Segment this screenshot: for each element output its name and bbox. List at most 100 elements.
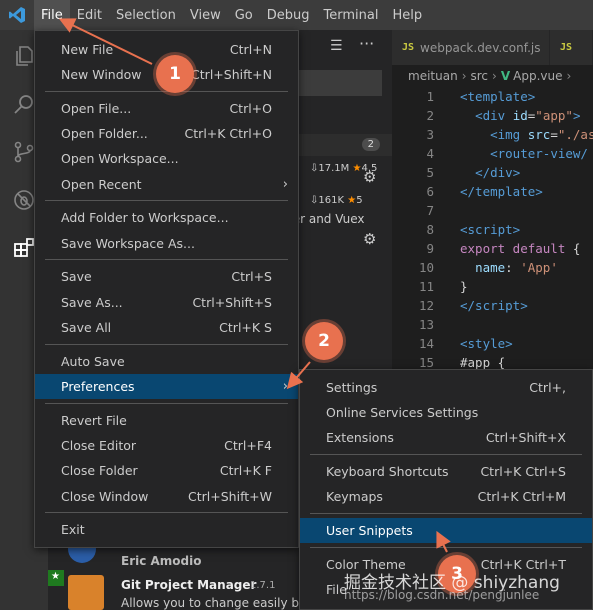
menu-item-auto-save[interactable]: Auto Save xyxy=(35,349,298,374)
code-line: 8 <script> xyxy=(392,220,520,239)
recommended-star-badge: ★ xyxy=(48,570,64,586)
line-number: 9 xyxy=(426,241,434,256)
editor-tabs: JS webpack.dev.conf.js JS xyxy=(392,30,593,65)
tab-js[interactable]: JS xyxy=(550,30,593,65)
menu-item-open-file[interactable]: Open File... Ctrl+O xyxy=(35,96,298,121)
code-line: 6 </template> xyxy=(392,182,542,201)
line-number: 4 xyxy=(426,146,434,161)
menu-item-keyboard-shortcuts[interactable]: Keyboard Shortcuts Ctrl+K Ctrl+S xyxy=(300,459,592,484)
line-number: 6 xyxy=(426,184,434,199)
chevron-right-icon: › xyxy=(492,69,497,83)
breadcrumb-item[interactable]: src xyxy=(471,69,489,83)
step-marker-1: 1 xyxy=(156,55,194,93)
ext1-downloads: 17.1M xyxy=(318,163,350,174)
section-count-badge: 2 xyxy=(361,138,380,151)
menu-item-online-services-settings[interactable]: Online Services Settings xyxy=(300,400,592,425)
menu-item-revert-file[interactable]: Revert File xyxy=(35,408,298,433)
menu-separator xyxy=(45,200,288,201)
menu-separator xyxy=(310,547,582,548)
menu-edit[interactable]: Edit xyxy=(70,0,109,30)
ext-publisher: Eric Amodio xyxy=(121,554,202,568)
git-project-manager-icon xyxy=(68,575,104,610)
menu-item-open-folder[interactable]: Open Folder... Ctrl+K Ctrl+O xyxy=(35,121,298,146)
line-number: 11 xyxy=(418,279,434,294)
menu-item-exit[interactable]: Exit xyxy=(35,517,298,542)
js-file-icon: JS xyxy=(402,42,415,53)
code-line: 12 </script> xyxy=(392,296,528,315)
menu-item-close-folder[interactable]: Close Folder Ctrl+K F xyxy=(35,458,298,483)
code-line: 5 </div> xyxy=(392,163,520,182)
menu-terminal[interactable]: Terminal xyxy=(317,0,386,30)
shortcut: Ctrl+F4 xyxy=(224,438,272,453)
vue-file-icon: V xyxy=(500,69,511,83)
js-file-icon: JS xyxy=(560,42,573,53)
code-line: 14 <style> xyxy=(392,334,513,353)
shortcut: Ctrl+, xyxy=(529,380,566,395)
code-line: 2 <div id="app"> xyxy=(392,106,580,125)
code-line: 1 <template> xyxy=(392,87,535,106)
menu-item-close-window[interactable]: Close Window Ctrl+Shift+W xyxy=(35,484,298,509)
shortcut: Ctrl+K Ctrl+S xyxy=(480,464,566,479)
menu-separator xyxy=(310,454,582,455)
step-marker-2: 2 xyxy=(305,322,343,360)
menu-view[interactable]: View xyxy=(183,0,228,30)
menu-separator xyxy=(45,259,288,260)
menubar: File Edit Selection View Go Debug Termin… xyxy=(0,0,593,30)
menu-go[interactable]: Go xyxy=(228,0,260,30)
line-number: 3 xyxy=(426,127,434,142)
shortcut: Ctrl+K Ctrl+M xyxy=(477,489,566,504)
tab-webpack-dev-conf[interactable]: JS webpack.dev.conf.js xyxy=(392,30,550,65)
menu-item-open-recent[interactable]: Open Recent › xyxy=(35,172,298,197)
code-line: 3 <img src="./as xyxy=(392,125,593,144)
code-line: 10 name: 'App' xyxy=(392,258,558,277)
menu-selection[interactable]: Selection xyxy=(109,0,183,30)
shortcut: Ctrl+Shift+S xyxy=(192,295,272,310)
code-line: 13 xyxy=(392,315,460,334)
gear-icon[interactable]: ⚙ xyxy=(363,230,376,248)
menu-item-extensions[interactable]: Extensions Ctrl+Shift+X xyxy=(300,425,592,450)
more-actions-icon[interactable]: ··· xyxy=(359,34,374,53)
menu-item-settings[interactable]: Settings Ctrl+, xyxy=(300,375,592,400)
menu-item-save-workspace-as[interactable]: Save Workspace As... xyxy=(35,231,298,256)
ext-name: Git Project Manager xyxy=(121,578,257,592)
menu-help[interactable]: Help xyxy=(385,0,429,30)
vscode-logo-icon xyxy=(0,0,34,30)
breadcrumb-item[interactable]: App.vue xyxy=(513,69,562,83)
ext-description: Allows you to change easily bet xyxy=(121,596,312,610)
breadcrumb-item[interactable]: meituan xyxy=(408,69,458,83)
menu-item-preferences[interactable]: Preferences › xyxy=(35,374,298,399)
menu-item-open-workspace[interactable]: Open Workspace... xyxy=(35,146,298,171)
gear-icon[interactable]: ⚙ xyxy=(363,168,376,186)
line-number: 10 xyxy=(418,260,434,275)
shortcut: Ctrl+K Ctrl+O xyxy=(184,126,272,141)
menu-separator xyxy=(45,403,288,404)
menu-item-add-folder-to-workspace[interactable]: Add Folder to Workspace... xyxy=(35,205,298,230)
menu-item-save[interactable]: Save Ctrl+S xyxy=(35,264,298,289)
shortcut: Ctrl+Shift+W xyxy=(188,489,272,504)
clear-extensions-icon[interactable]: ☰ xyxy=(330,38,343,54)
watermark-url: https://blog.csdn.net/pengjunlee xyxy=(344,588,540,602)
ext-version: 1.7.1 xyxy=(250,580,276,591)
line-number: 14 xyxy=(418,336,434,351)
menu-file[interactable]: File xyxy=(34,0,70,30)
menu-debug[interactable]: Debug xyxy=(260,0,317,30)
code-line: 4 <router-view/ xyxy=(392,144,587,163)
menu-separator xyxy=(310,513,582,514)
line-number: 7 xyxy=(426,203,434,218)
star-icon: ★ xyxy=(347,195,357,206)
line-number: 13 xyxy=(418,317,434,332)
shortcut: Ctrl+K S xyxy=(219,320,272,335)
ext2-stats: ⇩161K ★5 xyxy=(310,195,363,206)
line-number: 5 xyxy=(426,165,434,180)
menu-item-keymaps[interactable]: Keymaps Ctrl+K Ctrl+M xyxy=(300,484,592,509)
chevron-right-icon: › xyxy=(282,177,288,192)
line-number: 8 xyxy=(426,222,434,237)
ext2-description: ter and Vuex xyxy=(288,212,365,226)
menu-item-save-as[interactable]: Save As... Ctrl+Shift+S xyxy=(35,290,298,315)
line-number: 12 xyxy=(418,298,434,313)
code-line: 7 xyxy=(392,201,460,220)
menu-item-user-snippets[interactable]: User Snippets xyxy=(300,518,592,543)
file-menu: New File Ctrl+N New Window Ctrl+Shift+N Op… xyxy=(34,30,299,548)
menu-item-save-all[interactable]: Save All Ctrl+K S xyxy=(35,315,298,340)
menu-item-close-editor[interactable]: Close Editor Ctrl+F4 xyxy=(35,433,298,458)
